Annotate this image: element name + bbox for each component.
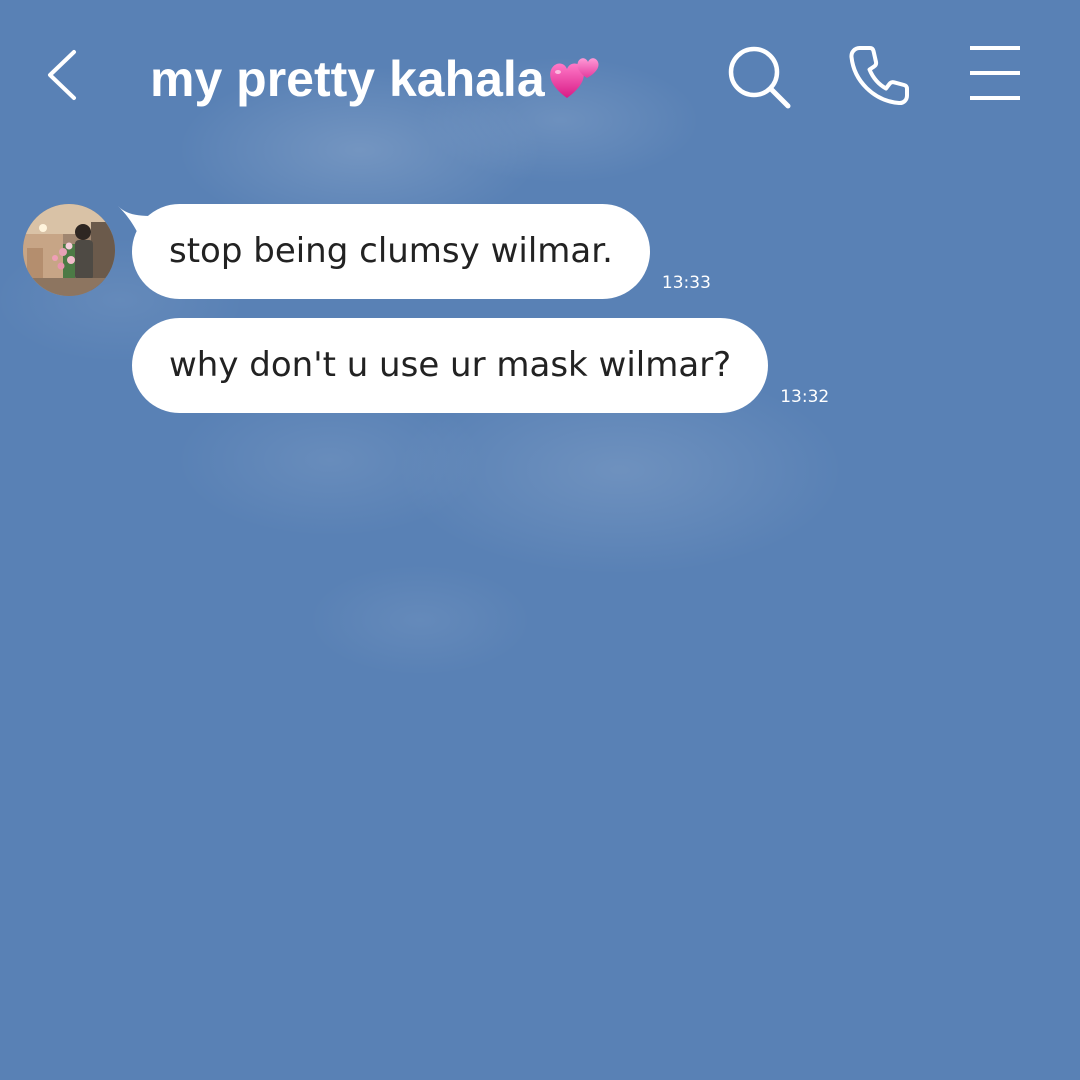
- menu-button[interactable]: [962, 40, 1030, 108]
- bubble-tail: [118, 206, 154, 238]
- message-text: why don't u use ur mask wilmar?: [169, 345, 732, 385]
- search-button[interactable]: [722, 40, 794, 112]
- two-hearts-emoji-icon: [547, 48, 603, 104]
- avatar[interactable]: [23, 204, 115, 296]
- chat-title-text: my pretty kahala: [150, 51, 545, 107]
- contact-photo: [23, 204, 115, 296]
- message-time: 13:32: [780, 387, 830, 407]
- message-row: why don't u use ur mask wilmar? 13:32: [132, 318, 829, 413]
- back-button[interactable]: [38, 42, 90, 108]
- message-bubble[interactable]: stop being clumsy wilmar.: [118, 204, 650, 299]
- message-bubble[interactable]: why don't u use ur mask wilmar?: [132, 318, 769, 413]
- search-icon: [728, 46, 791, 109]
- chat-title: my pretty kahala: [150, 48, 603, 110]
- chat-background: [0, 0, 1080, 1080]
- chevron-left-icon: [48, 50, 76, 100]
- voice-call-button[interactable]: [842, 40, 914, 112]
- menu-icon: [970, 46, 1020, 100]
- chat-header: my pretty kahala: [0, 0, 1080, 150]
- message-row: stop being clumsy wilmar. 13:33: [118, 204, 711, 299]
- message-time: 13:33: [661, 273, 711, 293]
- message-text: stop being clumsy wilmar.: [169, 231, 613, 271]
- phone-icon: [849, 46, 909, 106]
